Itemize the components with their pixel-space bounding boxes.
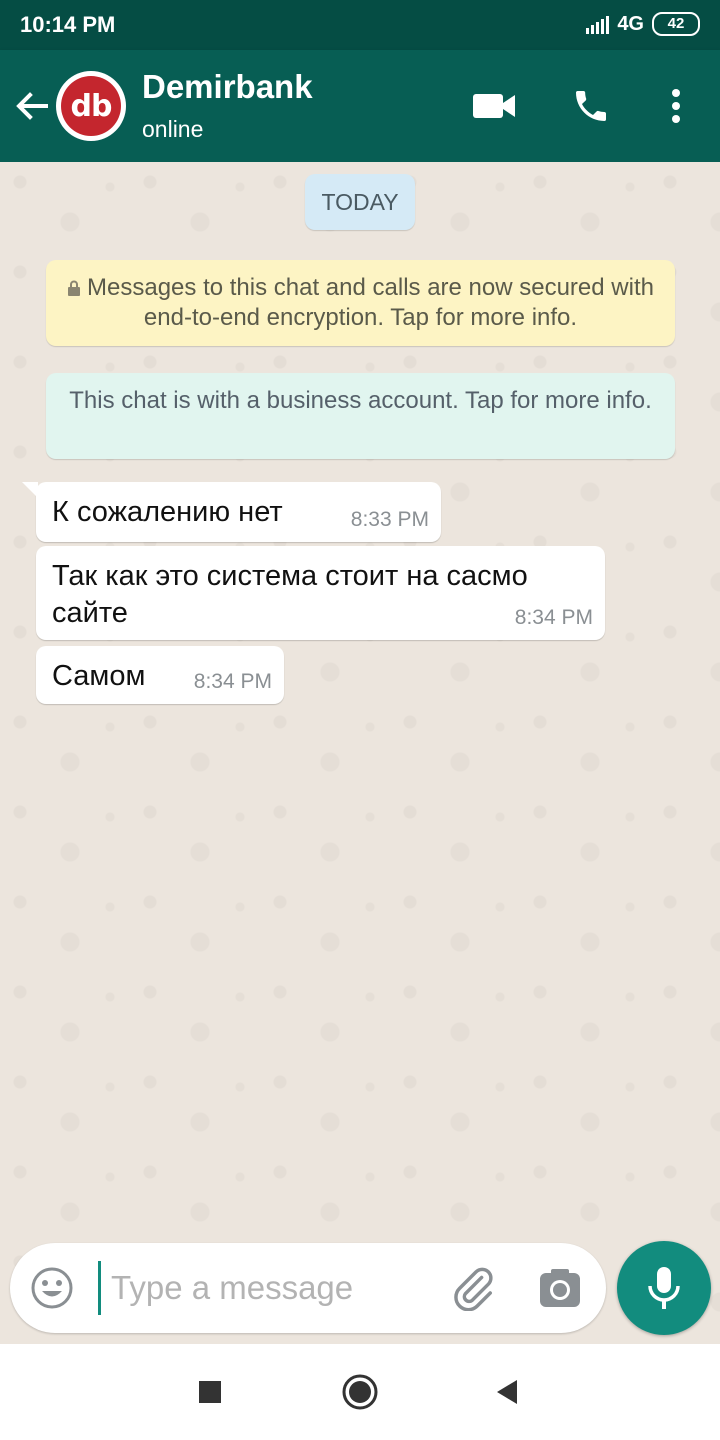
message-text: Самом <box>52 660 146 692</box>
message-text: К сожалению нет <box>52 496 283 528</box>
business-notice-text: This chat is with a business account. Ta… <box>69 387 652 414</box>
network-type: 4G <box>617 12 644 35</box>
back-arrow-icon[interactable] <box>12 86 52 126</box>
message-bubble[interactable]: Самом 8:34 PM <box>36 646 284 704</box>
message-composer <box>10 1243 606 1333</box>
message-input[interactable] <box>98 1261 428 1315</box>
status-indicators: 4G 42 <box>586 12 700 36</box>
video-call-icon[interactable] <box>472 84 516 128</box>
status-bar: 10:14 PM 4G 42 <box>0 0 720 50</box>
more-vert-icon[interactable] <box>654 84 698 128</box>
recent-apps-icon[interactable] <box>190 1372 230 1412</box>
mic-button[interactable] <box>617 1241 711 1335</box>
emoji-icon[interactable] <box>30 1266 74 1310</box>
home-icon[interactable] <box>340 1372 380 1412</box>
business-notice[interactable]: This chat is with a business account. Ta… <box>46 373 675 459</box>
chat-header: db Demirbank online <box>0 50 720 162</box>
message-time: 8:34 PM <box>514 606 593 629</box>
message-bubble[interactable]: Так как это система стоит на сасмо сайте… <box>36 546 605 640</box>
battery-level: 42 <box>667 15 685 32</box>
message-time: 8:34 PM <box>193 670 272 693</box>
date-chip: TODAY <box>305 174 415 230</box>
attachment-icon[interactable] <box>450 1265 496 1312</box>
camera-icon[interactable] <box>538 1267 582 1309</box>
status-time: 10:14 PM <box>20 12 116 37</box>
avatar-logo: db <box>61 76 121 136</box>
bubble-tail <box>22 482 38 498</box>
lock-icon <box>68 280 81 296</box>
phone-icon[interactable] <box>569 84 613 128</box>
message-text: Так как это система стоит на сасмо сайте <box>52 560 528 629</box>
chat-area[interactable]: TODAY Messages to this chat and calls ar… <box>0 162 720 1344</box>
signal-icon <box>586 14 610 34</box>
encryption-notice-text: Messages to this chat and calls are now … <box>87 274 654 331</box>
mic-icon <box>648 1267 680 1309</box>
message-bubble[interactable]: К сожалению нет 8:33 PM <box>22 482 441 542</box>
message-time: 8:33 PM <box>350 508 429 531</box>
system-nav-bar <box>0 1344 720 1440</box>
contact-status: online <box>142 116 204 142</box>
encryption-notice[interactable]: Messages to this chat and calls are now … <box>46 260 675 346</box>
back-nav-icon[interactable] <box>487 1372 527 1412</box>
battery-icon: 42 <box>652 12 700 36</box>
avatar[interactable]: db <box>56 71 126 141</box>
contact-name[interactable]: Demirbank <box>142 68 313 106</box>
